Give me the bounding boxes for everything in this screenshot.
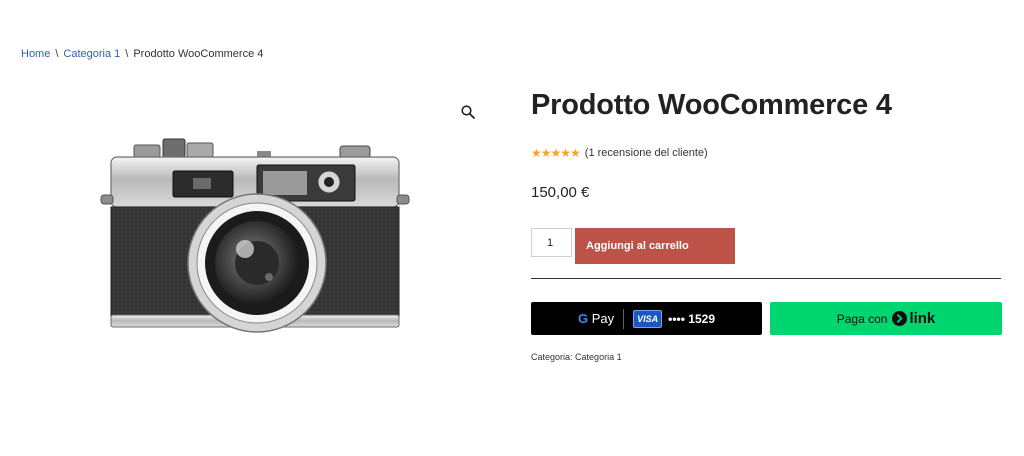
category-link[interactable]: Categoria 1 <box>575 352 622 362</box>
add-to-cart-button[interactable]: Aggiungi al carrello <box>575 228 735 264</box>
link-wordmark: link <box>909 310 936 327</box>
breadcrumb-separator: \ <box>125 48 129 60</box>
gpay-separator <box>623 308 625 329</box>
star-rating-icon: ★★★★★ <box>531 146 581 160</box>
product-price: 150,00 € <box>531 184 590 201</box>
card-number: •••• 1529 <box>668 311 715 326</box>
google-g-icon: G <box>577 311 589 326</box>
link-prefix: Paga con <box>836 311 888 326</box>
add-to-cart-form: Aggiungi al carrello <box>531 228 735 264</box>
breadcrumb-current: Prodotto WooCommerce 4 <box>133 48 264 60</box>
breadcrumb-separator: \ <box>55 48 59 60</box>
product-image[interactable] <box>97 135 413 341</box>
category-label: Categoria: <box>531 352 573 362</box>
link-logo: link <box>892 310 935 327</box>
product-summary: Prodotto WooCommerce 4 ★★★★★ (1 recensio… <box>531 88 1003 362</box>
product-gallery <box>21 88 483 364</box>
link-arrow-icon <box>892 311 908 326</box>
pay-with-link-button[interactable]: Paga con link <box>770 302 1002 335</box>
visa-card-icon: VISA <box>633 309 663 328</box>
product-title: Prodotto WooCommerce 4 <box>531 89 892 121</box>
magnifier-icon[interactable] <box>460 104 476 120</box>
quantity-input[interactable] <box>531 228 572 257</box>
review-count-link[interactable]: (1 recensione del cliente) <box>585 147 708 159</box>
product-meta: Categoria: Categoria 1 <box>531 352 622 362</box>
product-rating: ★★★★★ (1 recensione del cliente) <box>531 146 708 160</box>
breadcrumb-home-link[interactable]: Home <box>21 48 50 60</box>
google-pay-logo: G Pay <box>578 311 614 326</box>
google-pay-button[interactable]: G Pay VISA •••• 1529 <box>531 302 762 335</box>
divider <box>531 278 1001 279</box>
gpay-label: Pay <box>591 311 615 326</box>
breadcrumb: Home \ Categoria 1 \ Prodotto WooCommerce 4 <box>21 48 263 60</box>
breadcrumb-category-link[interactable]: Categoria 1 <box>63 48 120 60</box>
